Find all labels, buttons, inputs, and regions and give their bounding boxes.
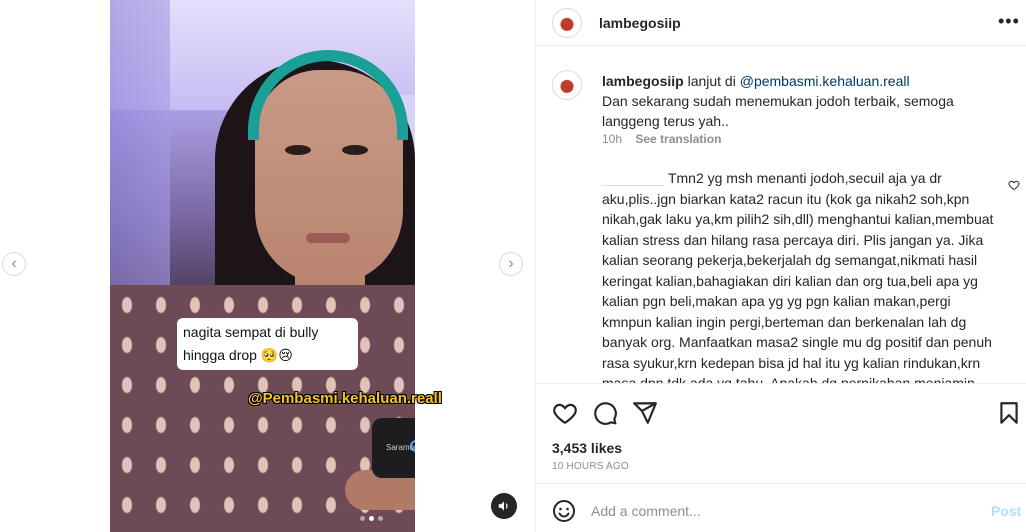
comment-item: ________ Tmn2 yg msh menanti jodoh,secui… [602,168,994,384]
comment-text: Tmn2 yg msh menanti jodoh,secuil aja ya … [602,170,994,384]
comment-input[interactable]: Add a comment... [591,503,701,519]
video-watermark: @Pembasmi.kehaluan.reall [248,390,442,407]
video-overlay-caption: nagita sempat di bully hingga drop 🥺😢 [177,318,358,370]
header-username[interactable]: lambegosiip [599,15,681,31]
carousel-dot[interactable] [378,516,383,521]
chevron-left-icon: ‹ [11,255,17,272]
comments-section: lambegosiip lanjut di @pembasmi.kehaluan… [536,46,1026,384]
caption-meta: 10h See translation [602,132,721,146]
next-button[interactable]: › [499,252,523,276]
previous-button[interactable]: ‹ [2,252,26,276]
more-options-icon[interactable]: ••• [998,12,1020,30]
caption-mention[interactable]: @pembasmi.kehaluan.reall [740,73,910,89]
post-caption: lambegosiip lanjut di @pembasmi.kehaluan… [602,71,1002,131]
person-lips [306,233,350,243]
comment-like-icon[interactable] [1008,179,1020,191]
see-translation-button[interactable]: See translation [635,132,721,146]
carousel-dots [360,516,383,521]
caption-prefix: lanjut di [687,73,736,89]
like-icon[interactable] [552,400,578,426]
likes-count[interactable]: 3,453 likes [552,440,622,456]
post-video[interactable]: Saramonic [110,0,415,532]
device-label: Saramonic [386,443,415,452]
share-icon[interactable] [632,400,658,426]
caption-age[interactable]: 10h [602,132,622,146]
caption-avatar[interactable] [552,70,582,100]
post-timestamp[interactable]: 10 HOURS AGO [552,461,629,472]
caption-username[interactable]: lambegosiip [602,73,684,89]
bookmark-icon[interactable] [996,400,1022,426]
post-actions: 3,453 likes 10 HOURS AGO [536,384,1026,484]
person-eye-left [285,145,311,155]
post-sidebar: lambegosiip ••• lambegosiip lanjut di @p… [535,0,1026,532]
add-comment-bar: Add a comment... Post [536,484,1026,532]
chevron-right-icon: › [508,255,514,272]
post-header: lambegosiip ••• [536,0,1026,46]
speaker-icon [498,501,508,511]
carousel-dot[interactable] [360,516,365,521]
carousel-dot-active[interactable] [369,516,374,521]
avatar[interactable] [552,8,582,38]
comment-icon[interactable] [592,400,618,426]
comment-username[interactable]: ________ [602,170,664,186]
post-comment-button[interactable]: Post [991,503,1021,519]
caption-text: Dan sekarang sudah menemukan jodoh terba… [602,93,954,129]
audio-toggle-button[interactable] [491,493,517,519]
person-eye-right [342,145,368,155]
media-pane: Saramonic nagita sempat di bully hingga … [0,0,535,532]
emoji-icon[interactable] [552,499,576,523]
